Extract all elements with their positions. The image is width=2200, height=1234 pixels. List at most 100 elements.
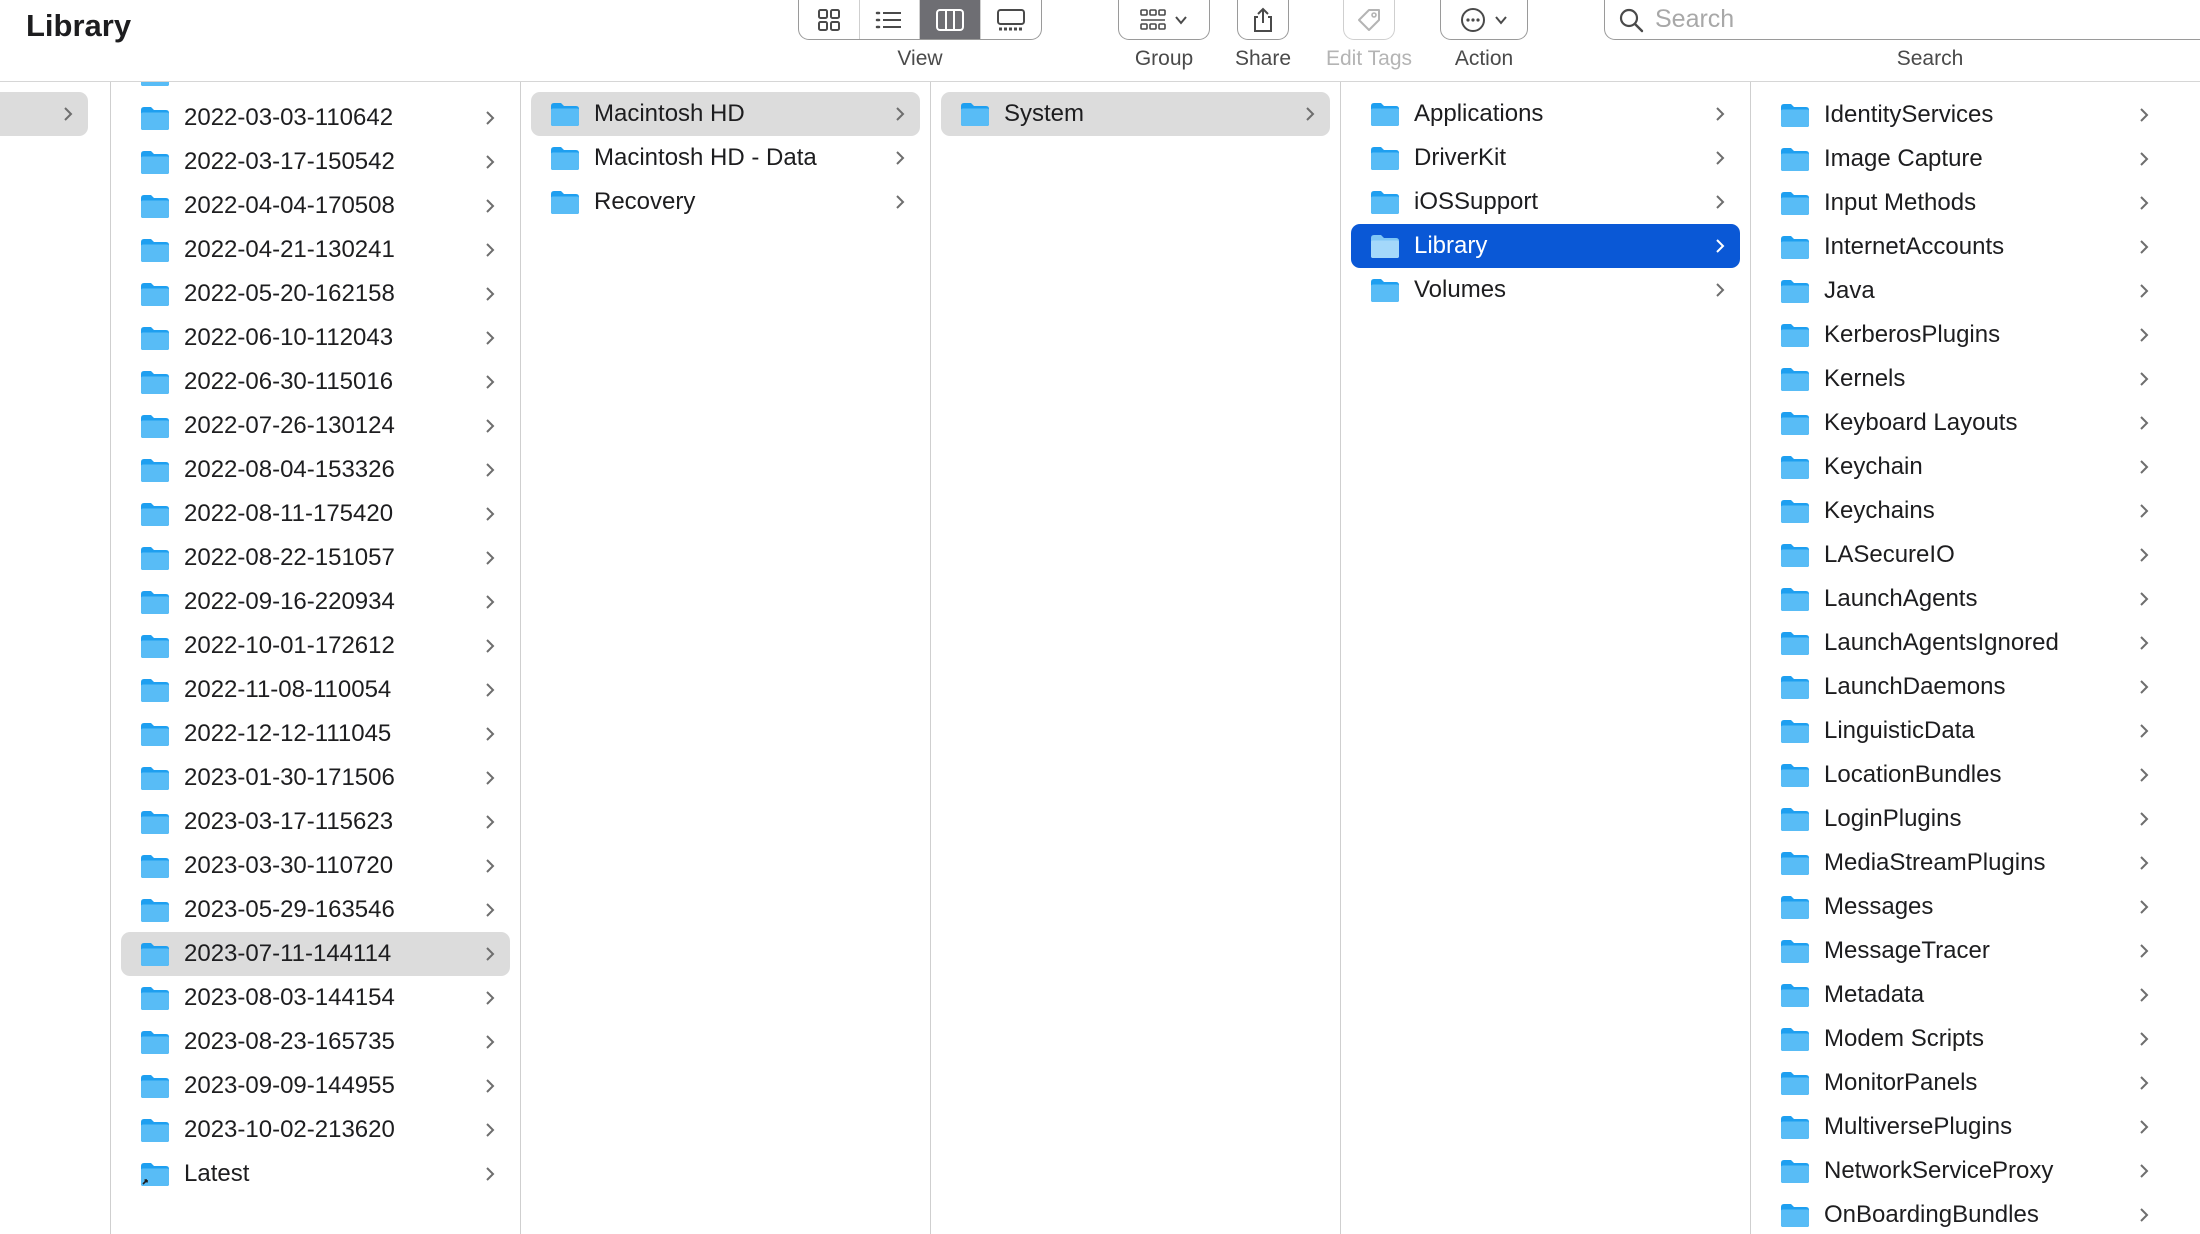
- folder-name: 2023-07-11-144114: [184, 940, 392, 967]
- folder-row[interactable]: MessageTracer: [1761, 929, 2164, 973]
- folder-name: 2022-08-22-151057: [184, 544, 395, 571]
- folder-name: Keyboard Layouts: [1824, 409, 2018, 436]
- column-view-button[interactable]: [920, 0, 981, 39]
- icon-view-button[interactable]: [799, 0, 860, 39]
- list-view-button[interactable]: [860, 0, 920, 39]
- folder-row[interactable]: LASecureIO: [1761, 533, 2164, 577]
- chevron-right-icon: [2138, 855, 2150, 871]
- folder-row[interactable]: 2022-06-10-112043: [121, 316, 510, 360]
- folder-row[interactable]: Macintosh HD - Data: [531, 136, 920, 180]
- folder-name: 2023-08-23-165735: [184, 1028, 395, 1055]
- folder-row[interactable]: Modem Scripts: [1761, 1017, 2164, 1061]
- folder-row[interactable]: Latest: [121, 1152, 510, 1196]
- folder-row[interactable]: OnBoardingBundles: [1761, 1193, 2164, 1234]
- folder-row[interactable]: MonitorPanels: [1761, 1061, 2164, 1105]
- folder-name: Keychains: [1824, 497, 1935, 524]
- folder-row[interactable]: LoginPlugins: [1761, 797, 2164, 841]
- folder-row[interactable]: LinguisticData: [1761, 709, 2164, 753]
- folder-row[interactable]: 2022-06-30-115016: [121, 360, 510, 404]
- folder-row[interactable]: MediaStreamPlugins: [1761, 841, 2164, 885]
- parent-selected-row[interactable]: [0, 92, 88, 136]
- folder-row[interactable]: Input Methods: [1761, 181, 2164, 225]
- folder-name: 2022-06-10-112043: [184, 324, 394, 351]
- folder-row[interactable]: LocationBundles: [1761, 753, 2164, 797]
- chevron-down-icon: [1495, 15, 1507, 25]
- folder-row[interactable]: 2023-08-03-144154: [121, 976, 510, 1020]
- folder-icon: [141, 107, 169, 130]
- folder-name: 2023-03-30-110720: [184, 852, 394, 879]
- folder-row[interactable]: InternetAccounts: [1761, 225, 2164, 269]
- action-button[interactable]: [1440, 0, 1528, 40]
- folder-row[interactable]: KerberosPlugins: [1761, 313, 2164, 357]
- folder-row[interactable]: 2022-02-03-160809: [121, 82, 510, 96]
- folder-row[interactable]: 2022-03-03-110642: [121, 96, 510, 140]
- folder-row[interactable]: 2022-10-01-172612: [121, 624, 510, 668]
- folder-icon: [141, 723, 169, 746]
- chevron-down-icon: [1175, 15, 1187, 25]
- folder-row[interactable]: 2022-03-17-150542: [121, 140, 510, 184]
- folder-row[interactable]: 2022-08-22-151057: [121, 536, 510, 580]
- folder-row[interactable]: Applications: [1351, 92, 1740, 136]
- folder-row[interactable]: LaunchAgents: [1761, 577, 2164, 621]
- share-button[interactable]: [1237, 0, 1289, 40]
- folder-row[interactable]: 2023-03-17-115623: [121, 800, 510, 844]
- folder-row[interactable]: 2022-05-20-162158: [121, 272, 510, 316]
- folder-row[interactable]: Recovery: [531, 180, 920, 224]
- folder-name: MessageTracer: [1824, 937, 1990, 964]
- folder-row[interactable]: DriverKit: [1351, 136, 1740, 180]
- folder-row[interactable]: iOSSupport: [1351, 180, 1740, 224]
- folder-name: KerberosPlugins: [1824, 321, 2001, 348]
- folder-row[interactable]: LaunchDaemons: [1761, 665, 2164, 709]
- folder-row[interactable]: Volumes: [1351, 268, 1740, 312]
- folder-name: 2022-09-16-220934: [184, 588, 395, 615]
- folder-row[interactable]: Java: [1761, 269, 2164, 313]
- folder-row[interactable]: IdentityServices: [1761, 93, 2164, 137]
- folder-row[interactable]: 2023-07-11-144114: [121, 932, 510, 976]
- folder-row[interactable]: 2023-05-29-163546: [121, 888, 510, 932]
- folder-row[interactable]: Messages: [1761, 885, 2164, 929]
- folder-row[interactable]: Macintosh HD: [531, 92, 920, 136]
- folder-row[interactable]: 2023-09-09-144955: [121, 1064, 510, 1108]
- folder-row[interactable]: Image Capture: [1761, 137, 2164, 181]
- folder-row[interactable]: 2022-11-08-110054: [121, 668, 510, 712]
- search-field[interactable]: [1604, 0, 2200, 40]
- folder-row[interactable]: 2023-01-30-171506: [121, 756, 510, 800]
- folder-row[interactable]: 2023-03-30-110720: [121, 844, 510, 888]
- folder-row[interactable]: Kernels: [1761, 357, 2164, 401]
- folder-name: InternetAccounts: [1824, 233, 2005, 260]
- folder-icon: [141, 943, 169, 966]
- folder-row[interactable]: 2022-12-12-111045: [121, 712, 510, 756]
- folder-row[interactable]: 2022-08-11-175420: [121, 492, 510, 536]
- folder-row[interactable]: 2022-04-04-170508: [121, 184, 510, 228]
- chevron-right-icon: [484, 286, 496, 302]
- edit-tags-button[interactable]: [1343, 0, 1395, 40]
- folder-name: OnBoardingBundles: [1824, 1201, 2039, 1228]
- search-input[interactable]: [1655, 5, 2055, 34]
- folder-row[interactable]: 2023-08-23-165735: [121, 1020, 510, 1064]
- chevron-right-icon: [484, 902, 496, 918]
- folder-row[interactable]: Keychains: [1761, 489, 2164, 533]
- folder-icon: [1781, 104, 1809, 127]
- folder-name: 2022-10-01-172612: [184, 632, 395, 659]
- folder-name: 2023-08-03-144154: [184, 984, 395, 1011]
- folder-row[interactable]: 2022-04-21-130241: [121, 228, 510, 272]
- folder-row[interactable]: Keychain: [1761, 445, 2164, 489]
- folder-row[interactable]: Metadata: [1761, 973, 2164, 1017]
- folder-row[interactable]: 2023-10-02-213620: [121, 1108, 510, 1152]
- folder-row[interactable]: NetworkServiceProxy: [1761, 1149, 2164, 1193]
- folder-row[interactable]: 2022-08-04-153326: [121, 448, 510, 492]
- folder-row[interactable]: System: [941, 92, 1330, 136]
- chevron-right-icon: [484, 946, 496, 962]
- folder-row[interactable]: 2022-09-16-220934: [121, 580, 510, 624]
- folder-row[interactable]: Keyboard Layouts: [1761, 401, 2164, 445]
- gallery-view-button[interactable]: [981, 0, 1042, 39]
- group-button[interactable]: [1118, 0, 1210, 40]
- view-mode-segmented-control[interactable]: [798, 0, 1042, 40]
- folder-row[interactable]: MultiversePlugins: [1761, 1105, 2164, 1149]
- folder-row[interactable]: LaunchAgentsIgnored: [1761, 621, 2164, 665]
- chevron-right-icon: [484, 726, 496, 742]
- folder-name: MultiversePlugins: [1824, 1113, 2013, 1140]
- folder-name: IdentityServices: [1824, 101, 1994, 128]
- folder-row[interactable]: Library: [1351, 224, 1740, 268]
- folder-row[interactable]: 2022-07-26-130124: [121, 404, 510, 448]
